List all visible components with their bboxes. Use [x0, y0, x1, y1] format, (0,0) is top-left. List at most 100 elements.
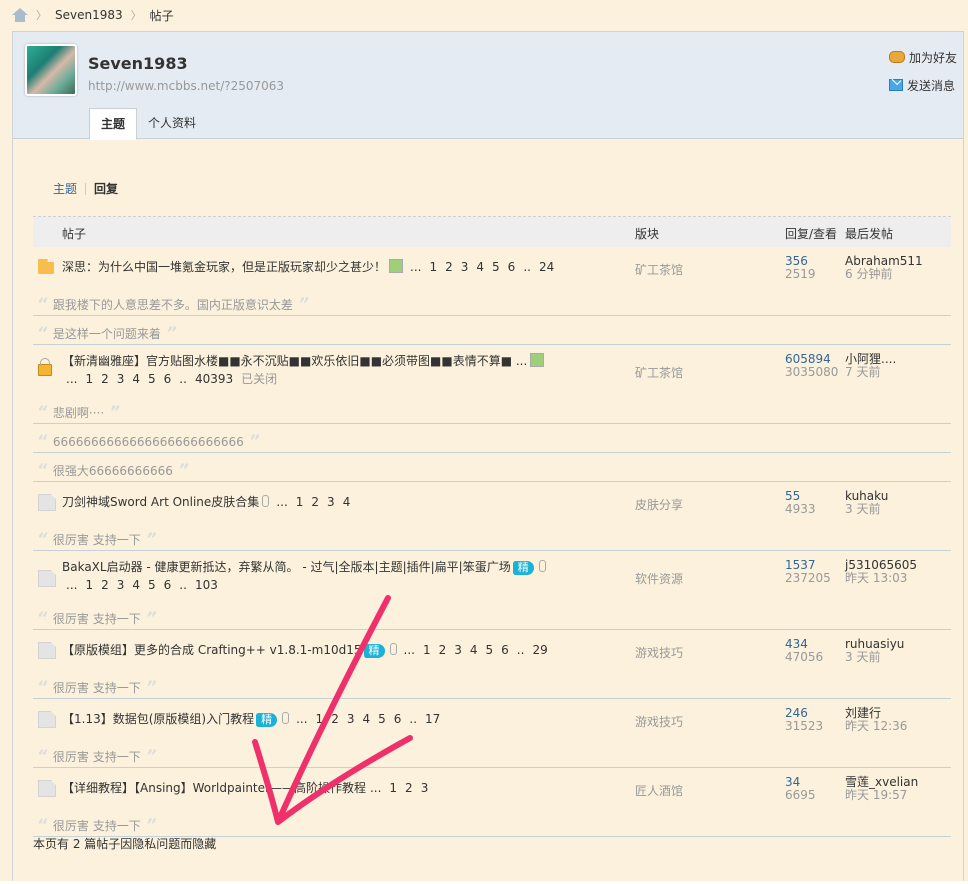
page-link[interactable]: 103: [195, 578, 218, 592]
page-link[interactable]: 4: [362, 712, 370, 726]
reply-quote[interactable]: “ 很厉害 支持一下 ”: [37, 608, 157, 627]
last-post-time[interactable]: 昨天 12:36: [845, 720, 907, 733]
thread-title-link[interactable]: 【原版模组】更多的合成 Crafting++ v1.8.1-m10d15: [62, 643, 362, 657]
forum-link[interactable]: 游戏技巧: [635, 713, 683, 730]
page-link[interactable]: 4: [132, 372, 140, 386]
last-post-time[interactable]: 昨天 19:57: [845, 789, 918, 802]
page-link[interactable]: 3: [461, 260, 469, 274]
thread-title-link[interactable]: 【详细教程】【Ansing】Worldpainter——高阶操作教程: [62, 781, 366, 795]
thread-title-link[interactable]: 【新清幽雅座】官方贴图水楼■■永不沉贴■■欢乐依旧■■必须带图■■表情不算■ .…: [62, 354, 527, 368]
page-link[interactable]: 24: [539, 260, 554, 274]
forum-link[interactable]: 矿工茶馆: [635, 261, 683, 278]
reply-quote-text: 很厉害 支持一下: [52, 819, 141, 833]
page-link[interactable]: 6: [164, 372, 172, 386]
page-link[interactable]: 2: [331, 712, 339, 726]
reply-quote[interactable]: “ 是这样一个问题来着 ”: [37, 323, 177, 342]
thread-main: BakaXL启动器 - 健康更新抵达，弃繁从简。 - 过气|全版本|主题|插件|…: [33, 551, 951, 601]
send-message-button[interactable]: 发送消息: [888, 76, 957, 94]
subnav-threads[interactable]: 主题: [53, 180, 77, 197]
subnav-replies[interactable]: 回复: [94, 180, 118, 197]
last-post-time[interactable]: 3 天前: [845, 651, 904, 664]
last-post-time[interactable]: 7 天前: [845, 366, 896, 379]
page-link[interactable]: 2: [101, 372, 109, 386]
reply-view-counts: 356 2519: [785, 255, 816, 281]
reply-quote[interactable]: “ 很厉害 支持一下 ”: [37, 677, 157, 696]
page-link[interactable]: 1: [85, 578, 93, 592]
page-link[interactable]: 4: [476, 260, 484, 274]
page-link[interactable]: 1: [316, 712, 324, 726]
page-link[interactable]: 4: [470, 643, 478, 657]
last-post: ruhuasiyu 3 天前: [845, 638, 904, 664]
page-link[interactable]: 1: [423, 643, 431, 657]
page-link[interactable]: 3: [117, 372, 125, 386]
profile-url[interactable]: http://www.mcbbs.net/?2507063: [88, 79, 284, 93]
reply-quote[interactable]: “ 很厉害 支持一下 ”: [37, 746, 157, 765]
page-link[interactable]: 5: [492, 260, 500, 274]
page-link[interactable]: 6: [394, 712, 402, 726]
page-link[interactable]: 1: [429, 260, 437, 274]
page-link[interactable]: 1: [85, 372, 93, 386]
close-quote-icon: ”: [140, 746, 157, 765]
reply-quote-row: “ 很厉害 支持一下 ”: [33, 739, 951, 767]
page-link[interactable]: 2: [311, 495, 319, 509]
page-link[interactable]: 6: [501, 643, 509, 657]
reply-quote-text: 很厉害 支持一下: [52, 681, 141, 695]
page-link[interactable]: 3: [117, 578, 125, 592]
page-link[interactable]: 2: [445, 260, 453, 274]
thread-icon: [38, 570, 56, 587]
page-link[interactable]: 6: [164, 578, 172, 592]
reply-quote[interactable]: “ 很厉害 支持一下 ”: [37, 815, 157, 834]
reply-quote-row: “ 是这样一个问题来着 ”: [33, 315, 951, 344]
last-post-time[interactable]: 6 分钟前: [845, 268, 923, 281]
page-link[interactable]: 2: [101, 578, 109, 592]
thread-title-link[interactable]: 【1.13】数据包(原版模组)入门教程: [62, 712, 254, 726]
attachment-icon: [389, 643, 397, 655]
reply-quote[interactable]: “ 跟我楼下的人意思差不多。国内正版意识太差 ”: [37, 294, 309, 313]
forum-link[interactable]: 皮肤分享: [635, 496, 683, 513]
forum-link[interactable]: 矿工茶馆: [635, 364, 683, 381]
forum-link[interactable]: 软件资源: [635, 570, 683, 587]
reply-quote[interactable]: “ 6666666666666666666666666 ”: [37, 431, 260, 450]
page-link[interactable]: 3: [327, 495, 335, 509]
page-link[interactable]: 3: [347, 712, 355, 726]
reply-quote[interactable]: “ 很厉害 支持一下 ”: [37, 529, 157, 548]
page-link[interactable]: 2: [405, 781, 413, 795]
tab-profile[interactable]: 个人资料: [137, 108, 207, 138]
page-link[interactable]: 5: [378, 712, 386, 726]
thread-row: BakaXL启动器 - 健康更新抵达，弃繁从简。 - 过气|全版本|主题|插件|…: [33, 551, 951, 630]
tab-threads[interactable]: 主题: [89, 108, 138, 140]
thread-title-link[interactable]: BakaXL启动器 - 健康更新抵达，弃繁从简。 - 过气|全版本|主题|插件|…: [62, 560, 511, 574]
thread-row: 刀剑神域Sword Art Online皮肤合集... 1 2 3 4 皮肤分享 55 493…: [33, 482, 951, 551]
last-post-time[interactable]: 3 天前: [845, 503, 888, 516]
page-link[interactable]: 3: [421, 781, 429, 795]
page-link[interactable]: 5: [486, 643, 494, 657]
reply-quote[interactable]: “ 悲剧啊···· ”: [37, 402, 120, 421]
header-subject: 帖子: [62, 227, 87, 241]
page-link[interactable]: 4: [132, 578, 140, 592]
page-link[interactable]: 3: [454, 643, 462, 657]
page-link[interactable]: 40393: [195, 372, 233, 386]
home-icon[interactable]: [12, 8, 28, 22]
forum-link[interactable]: 匠人酒馆: [635, 782, 683, 799]
page-link[interactable]: 1: [296, 495, 304, 509]
reply-quote-text: 是这样一个问题来着: [52, 327, 161, 341]
thread-title-link[interactable]: 刀剑神域Sword Art Online皮肤合集: [62, 495, 259, 509]
last-post-time[interactable]: 昨天 13:03: [845, 572, 917, 585]
thread-row: 深思：为什么中国一堆氪金玩家，但是正版玩家却少之甚少！... 1 2 3 4 5 6.. 24…: [33, 247, 951, 345]
forum-link[interactable]: 游戏技巧: [635, 644, 683, 661]
thread-title-link[interactable]: 深思：为什么中国一堆氪金玩家，但是正版玩家却少之甚少！: [62, 260, 386, 274]
breadcrumb-user[interactable]: Seven1983: [55, 8, 123, 22]
page-link[interactable]: 29: [532, 643, 547, 657]
avatar[interactable]: [25, 44, 77, 96]
reply-quote[interactable]: “ 很强大66666666666 ”: [37, 460, 189, 479]
thread-icon: [38, 711, 56, 728]
add-friend-button[interactable]: 加为好友: [888, 48, 957, 66]
page-link[interactable]: 17: [425, 712, 440, 726]
page-link[interactable]: 5: [148, 578, 156, 592]
page-link[interactable]: 2: [439, 643, 447, 657]
page-link[interactable]: 6: [508, 260, 516, 274]
page-link[interactable]: 5: [148, 372, 156, 386]
page-link[interactable]: 1: [389, 781, 397, 795]
lock-icon: [38, 358, 52, 376]
page-link[interactable]: 4: [343, 495, 351, 509]
